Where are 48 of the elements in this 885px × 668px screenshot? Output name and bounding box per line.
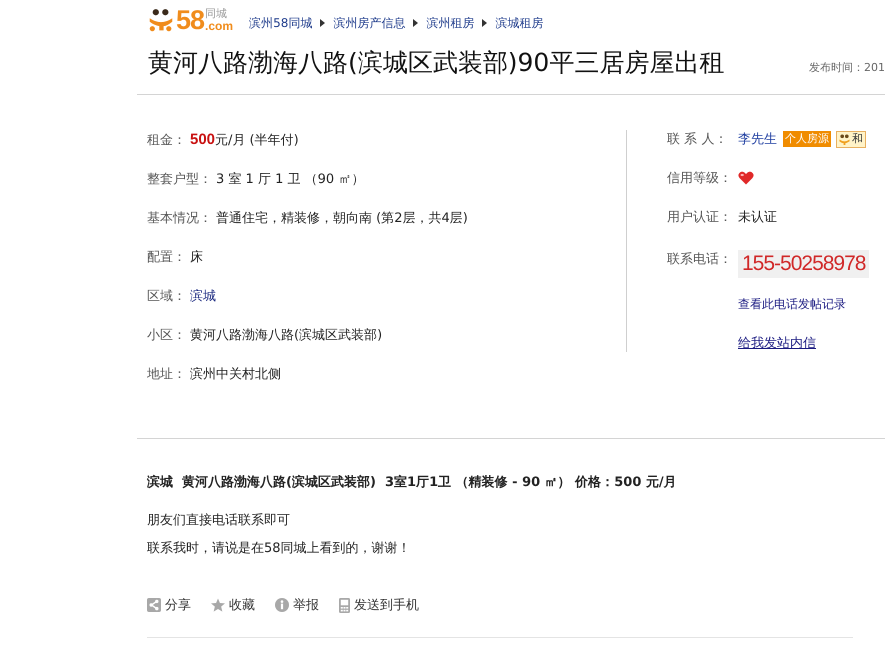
breadcrumb-link[interactable]: 滨州房产信息 — [333, 15, 406, 31]
star-icon — [211, 598, 225, 612]
verification-status: 未认证 — [738, 209, 777, 226]
field-value: 床 — [190, 248, 203, 266]
field-label: 信用等级： — [667, 170, 733, 187]
description-text: 联系我时，请说是在58同城上看到的，谢谢！ — [147, 540, 411, 558]
breadcrumb-link[interactable]: 滨城租房 — [495, 15, 544, 31]
share-button[interactable]: 分享 — [147, 596, 191, 614]
breadcrumb-arrow-icon — [320, 19, 326, 27]
personal-listing-badge: 个人房源 — [783, 131, 831, 147]
field-label: 区域： — [147, 288, 186, 304]
info-icon — [275, 598, 289, 612]
mobile-phone-icon — [339, 598, 350, 612]
badge-text: 和 — [852, 132, 863, 146]
breadcrumb-link[interactable]: 滨州租房 — [426, 15, 474, 31]
listing-summary: 滨城 黄河八路渤海八路(滨城区武装部) 3室1厅1卫 （精装修 - 90 ㎡） 价格：500 元/月 — [147, 474, 677, 492]
share-icon — [147, 598, 161, 612]
field-label: 整套户型： — [147, 170, 212, 188]
breadcrumb-link[interactable]: 滨州58同城 — [249, 15, 312, 31]
field-value: 3 室 1 厅 1 卫 （90 ㎡） — [216, 170, 364, 188]
field-label: 小区： — [147, 326, 186, 344]
region-link[interactable]: 滨城 — [190, 286, 216, 304]
publish-time: 发布时间：201 — [809, 60, 885, 75]
description-text: 朋友们直接电话联系即可 — [147, 512, 290, 530]
contact-name-link[interactable]: 李先生 — [738, 130, 777, 148]
favorite-button[interactable]: 收藏 — [211, 596, 255, 614]
field-value: 普通住宅，精装修，朝向南 (第2层，共4层) — [216, 210, 468, 226]
smiley-face-icon — [839, 134, 850, 144]
heart-icon — [738, 171, 754, 185]
smiley-face-icon — [148, 8, 174, 32]
field-value: 滨州中关村北侧 — [190, 366, 281, 382]
contact-link[interactable]: 查看此电话发帖记录 — [738, 296, 846, 312]
report-button[interactable]: 举报 — [275, 596, 319, 614]
field-label: 租金： — [147, 132, 186, 148]
field-label: 基本情况： — [147, 210, 212, 226]
field-value: 黄河八路渤海八路(滨城区武装部) — [190, 326, 382, 344]
field-label: 联 系 人： — [667, 131, 728, 148]
send-to-phone-button[interactable]: 发送到手机 — [339, 596, 419, 614]
field-label: 用户认证： — [667, 209, 733, 226]
phone-number: 155-50258978 — [738, 250, 870, 278]
contact-link[interactable]: 给我发站内信 — [738, 334, 816, 352]
breadcrumb-arrow-icon — [413, 19, 418, 27]
field-label: 联系电话： — [667, 251, 733, 269]
field-label: 地址： — [147, 366, 186, 382]
rent-price: 500元/月 (半年付) — [190, 130, 299, 148]
field-label: 配置： — [147, 248, 186, 266]
breadcrumb-arrow-icon — [482, 19, 488, 27]
listing-title: 黄河八路渤海八路(滨城区武装部)90平三居房屋出租 — [148, 48, 724, 78]
